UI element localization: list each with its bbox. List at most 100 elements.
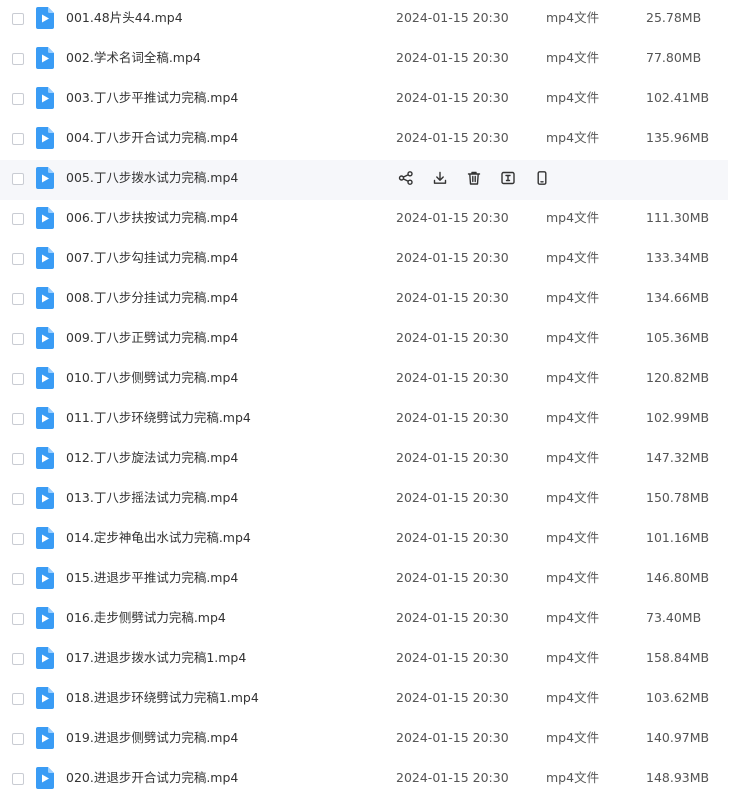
- row-checkbox[interactable]: [12, 613, 24, 625]
- video-file-icon: [36, 767, 54, 789]
- file-row[interactable]: 015.进退步平推试力完稿.mp4 2024-01-15 20:30 mp4文件…: [0, 560, 728, 600]
- file-row[interactable]: 010.丁八步侧劈试力完稿.mp4 2024-01-15 20:30 mp4文件…: [0, 360, 728, 400]
- row-actions: [398, 170, 550, 186]
- file-date: 2024-01-15 20:30: [396, 450, 509, 465]
- file-name[interactable]: 005.丁八步拨水试力完稿.mp4: [66, 160, 238, 196]
- file-row[interactable]: 013.丁八步摇法试力完稿.mp4 2024-01-15 20:30 mp4文件…: [0, 480, 728, 520]
- file-row[interactable]: 003.丁八步平推试力完稿.mp4 2024-01-15 20:30 mp4文件…: [0, 80, 728, 120]
- row-checkbox[interactable]: [12, 133, 24, 145]
- file-size: 111.30MB: [646, 210, 710, 225]
- file-date: 2024-01-15 20:30: [396, 650, 509, 665]
- file-size: 140.97MB: [646, 730, 710, 745]
- video-file-icon: [36, 527, 54, 549]
- row-checkbox[interactable]: [12, 653, 24, 665]
- file-type: mp4文件: [546, 730, 600, 745]
- row-checkbox[interactable]: [12, 293, 24, 305]
- video-file-icon: [36, 207, 54, 229]
- file-size: 120.82MB: [646, 370, 710, 385]
- row-checkbox[interactable]: [12, 93, 24, 105]
- video-file-icon: [36, 647, 54, 669]
- file-name[interactable]: 010.丁八步侧劈试力完稿.mp4: [66, 360, 238, 396]
- file-name[interactable]: 004.丁八步开合试力完稿.mp4: [66, 120, 238, 156]
- row-checkbox[interactable]: [12, 773, 24, 785]
- file-name[interactable]: 016.走步侧劈试力完稿.mp4: [66, 600, 226, 636]
- file-name[interactable]: 020.进退步开合试力完稿.mp4: [66, 760, 238, 796]
- video-file-icon: [36, 287, 54, 309]
- file-type: mp4文件: [546, 610, 600, 625]
- file-name[interactable]: 001.48片头44.mp4: [66, 0, 183, 36]
- file-row[interactable]: 020.进退步开合试力完稿.mp4 2024-01-15 20:30 mp4文件…: [0, 760, 728, 800]
- file-row[interactable]: 001.48片头44.mp4 2024-01-15 20:30 mp4文件 25…: [0, 0, 728, 40]
- row-checkbox[interactable]: [12, 533, 24, 545]
- file-row[interactable]: 014.定步神龟出水试力完稿.mp4 2024-01-15 20:30 mp4文…: [0, 520, 728, 560]
- file-type: mp4文件: [546, 10, 600, 25]
- row-checkbox[interactable]: [12, 733, 24, 745]
- file-row[interactable]: 012.丁八步旋法试力完稿.mp4 2024-01-15 20:30 mp4文件…: [0, 440, 728, 480]
- phone-icon[interactable]: [534, 170, 550, 186]
- file-size: 134.66MB: [646, 290, 710, 305]
- file-name[interactable]: 003.丁八步平推试力完稿.mp4: [66, 80, 238, 116]
- file-name[interactable]: 015.进退步平推试力完稿.mp4: [66, 560, 238, 596]
- rename-icon[interactable]: [500, 170, 516, 186]
- video-file-icon: [36, 7, 54, 29]
- file-row[interactable]: 011.丁八步环绕劈试力完稿.mp4 2024-01-15 20:30 mp4文…: [0, 400, 728, 440]
- file-date: 2024-01-15 20:30: [396, 610, 509, 625]
- file-date: 2024-01-15 20:30: [396, 50, 509, 65]
- video-file-icon: [36, 367, 54, 389]
- download-icon[interactable]: [432, 170, 448, 186]
- file-type: mp4文件: [546, 90, 600, 105]
- file-row[interactable]: 009.丁八步正劈试力完稿.mp4 2024-01-15 20:30 mp4文件…: [0, 320, 728, 360]
- file-name[interactable]: 008.丁八步分挂试力完稿.mp4: [66, 280, 238, 316]
- file-date: 2024-01-15 20:30: [396, 410, 509, 425]
- file-row[interactable]: 018.进退步环绕劈试力完稿1.mp4 2024-01-15 20:30 mp4…: [0, 680, 728, 720]
- file-row[interactable]: 016.走步侧劈试力完稿.mp4 2024-01-15 20:30 mp4文件 …: [0, 600, 728, 640]
- file-name[interactable]: 006.丁八步扶按试力完稿.mp4: [66, 200, 238, 236]
- file-name[interactable]: 019.进退步侧劈试力完稿.mp4: [66, 720, 238, 756]
- share-icon[interactable]: [398, 170, 414, 186]
- file-type: mp4文件: [546, 330, 600, 345]
- file-date: 2024-01-15 20:30: [396, 770, 509, 785]
- row-checkbox[interactable]: [12, 453, 24, 465]
- file-date: 2024-01-15 20:30: [396, 330, 509, 345]
- row-checkbox[interactable]: [12, 253, 24, 265]
- file-name[interactable]: 007.丁八步勾挂试力完稿.mp4: [66, 240, 238, 276]
- row-checkbox[interactable]: [12, 13, 24, 25]
- row-checkbox[interactable]: [12, 373, 24, 385]
- file-row[interactable]: 007.丁八步勾挂试力完稿.mp4 2024-01-15 20:30 mp4文件…: [0, 240, 728, 280]
- file-date: 2024-01-15 20:30: [396, 370, 509, 385]
- row-checkbox[interactable]: [12, 213, 24, 225]
- row-checkbox[interactable]: [12, 573, 24, 585]
- video-file-icon: [36, 727, 54, 749]
- file-name[interactable]: 017.进退步拨水试力完稿1.mp4: [66, 640, 246, 676]
- row-checkbox[interactable]: [12, 413, 24, 425]
- file-name[interactable]: 009.丁八步正劈试力完稿.mp4: [66, 320, 238, 356]
- file-type: mp4文件: [546, 290, 600, 305]
- file-date: 2024-01-15 20:30: [396, 490, 509, 505]
- file-name[interactable]: 011.丁八步环绕劈试力完稿.mp4: [66, 400, 251, 436]
- file-size: 73.40MB: [646, 610, 702, 625]
- file-date: 2024-01-15 20:30: [396, 690, 509, 705]
- file-row[interactable]: 008.丁八步分挂试力完稿.mp4 2024-01-15 20:30 mp4文件…: [0, 280, 728, 320]
- row-checkbox[interactable]: [12, 53, 24, 65]
- file-row[interactable]: 006.丁八步扶按试力完稿.mp4 2024-01-15 20:30 mp4文件…: [0, 200, 728, 240]
- delete-icon[interactable]: [466, 170, 482, 186]
- file-row[interactable]: 005.丁八步拨水试力完稿.mp4: [0, 160, 728, 200]
- video-file-icon: [36, 87, 54, 109]
- file-name[interactable]: 018.进退步环绕劈试力完稿1.mp4: [66, 680, 259, 716]
- file-row[interactable]: 019.进退步侧劈试力完稿.mp4 2024-01-15 20:30 mp4文件…: [0, 720, 728, 760]
- file-name[interactable]: 012.丁八步旋法试力完稿.mp4: [66, 440, 238, 476]
- row-checkbox[interactable]: [12, 493, 24, 505]
- file-size: 102.41MB: [646, 90, 710, 105]
- file-size: 135.96MB: [646, 130, 710, 145]
- file-name[interactable]: 002.学术名词全稿.mp4: [66, 40, 201, 76]
- file-name[interactable]: 013.丁八步摇法试力完稿.mp4: [66, 480, 238, 516]
- row-checkbox[interactable]: [12, 173, 24, 185]
- file-row[interactable]: 017.进退步拨水试力完稿1.mp4 2024-01-15 20:30 mp4文…: [0, 640, 728, 680]
- file-row[interactable]: 002.学术名词全稿.mp4 2024-01-15 20:30 mp4文件 77…: [0, 40, 728, 80]
- file-date: 2024-01-15 20:30: [396, 90, 509, 105]
- row-checkbox[interactable]: [12, 693, 24, 705]
- video-file-icon: [36, 407, 54, 429]
- row-checkbox[interactable]: [12, 333, 24, 345]
- file-name[interactable]: 014.定步神龟出水试力完稿.mp4: [66, 520, 251, 556]
- file-row[interactable]: 004.丁八步开合试力完稿.mp4 2024-01-15 20:30 mp4文件…: [0, 120, 728, 160]
